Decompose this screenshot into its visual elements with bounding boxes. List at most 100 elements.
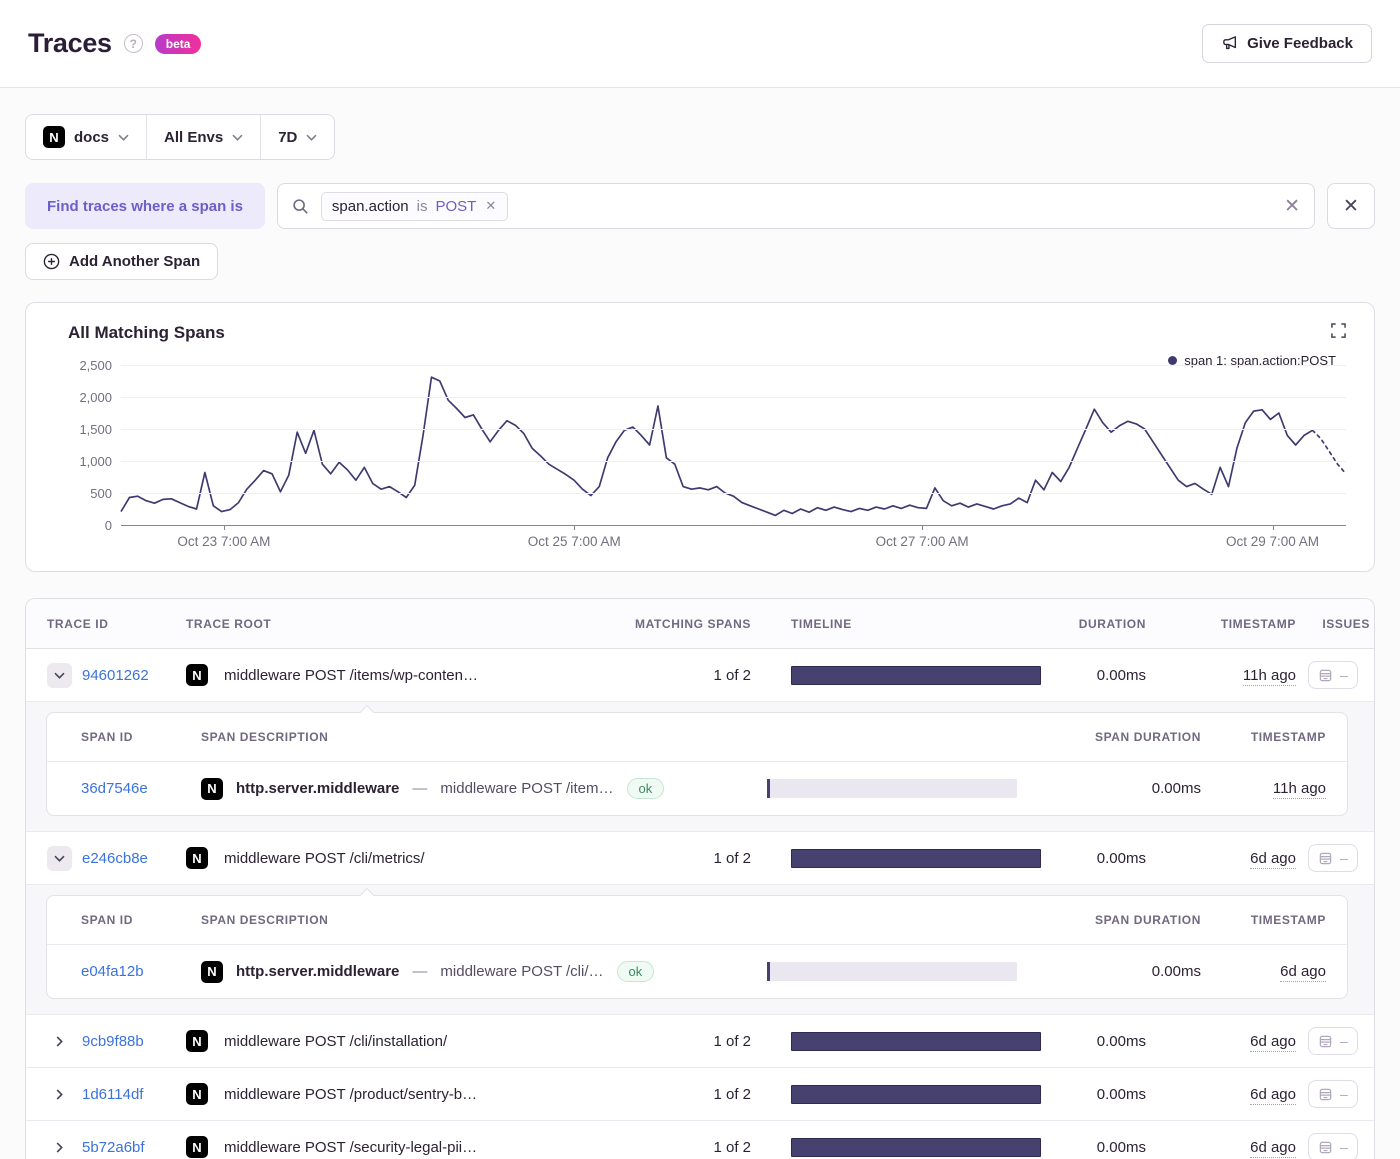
chevron-down-icon [306,134,317,141]
timeline-bar[interactable] [791,849,1041,868]
timeline-bar[interactable] [791,1032,1041,1051]
x-axis-tick [922,525,923,530]
table-row[interactable]: 9cb9f88bNmiddleware POST /cli/installati… [26,1015,1374,1068]
span-row[interactable]: e04fa12bNhttp.server.middleware—middlewa… [47,945,1347,998]
issues-button[interactable]: – [1308,661,1358,689]
trace-root-text: middleware POST /items/wp-conten… [224,667,478,684]
page-title: Traces [28,28,112,59]
trace-id-link[interactable]: 94601262 [82,667,149,684]
chevron-right-icon [56,1036,63,1047]
nextjs-icon: N [186,1083,208,1105]
y-gridline [121,461,1346,462]
y-gridline [121,493,1346,494]
span-table-header-row: SPAN IDSPAN DESCRIPTIONSPAN DURATIONTIME… [47,713,1347,762]
table-row[interactable]: e246cb8eNmiddleware POST /cli/metrics/1 … [26,832,1374,885]
chevron-down-icon [54,672,65,679]
x-axis-tick-label: Oct 25 7:00 AM [528,534,621,549]
issues-placeholder: – [1340,1139,1348,1155]
col-header-timeline: TIMELINE [751,617,1041,631]
trace-root-text: middleware POST /cli/metrics/ [224,850,425,867]
timestamp-value[interactable]: 6d ago [1250,1139,1296,1158]
table-row[interactable]: 5b72a6bfNmiddleware POST /security-legal… [26,1121,1374,1159]
timeline-bar[interactable] [791,1138,1041,1157]
col-header-span-timestamp: TIMESTAMP [1251,913,1326,927]
timestamp-value[interactable]: 6d ago [1250,850,1296,869]
date-range-filter[interactable]: 7D [260,115,334,159]
span-id-link[interactable]: e04fa12b [81,963,144,980]
expand-chevron-button[interactable] [47,1082,72,1107]
chevron-right-icon [56,1089,63,1100]
table-header-row: TRACE IDTRACE ROOTMATCHING SPANSTIMELINE… [26,599,1374,649]
span-search-row: Find traces where a span is span.action … [25,183,1375,229]
y-gridline [121,429,1346,430]
help-icon[interactable]: ? [124,34,143,53]
environment-filter[interactable]: All Envs [146,115,260,159]
timestamp-value[interactable]: 6d ago [1250,1086,1296,1105]
span-status-badge: ok [627,778,665,799]
span-timeline-bar[interactable] [767,779,1017,798]
matching-spans-count: 1 of 2 [713,1139,751,1156]
expand-chevron-button[interactable] [47,663,72,688]
span-timestamp-value[interactable]: 11h ago [1273,780,1326,799]
expand-chevron-button[interactable] [47,846,72,871]
megaphone-icon [1221,35,1238,52]
remove-token-icon[interactable]: ✕ [484,198,497,214]
span-row[interactable]: 36d7546eNhttp.server.middleware—middlewa… [47,762,1347,815]
issues-button[interactable]: – [1308,844,1358,872]
col-header-trace-id: TRACE ID [26,617,186,631]
issues-icon [1318,668,1333,683]
nextjs-icon: N [186,664,208,686]
trace-id-link[interactable]: e246cb8e [82,850,148,867]
trace-root-text: middleware POST /product/sentry-b… [224,1086,477,1103]
timeline-bar[interactable] [791,666,1041,685]
nextjs-icon: N [186,847,208,869]
clear-search-button[interactable]: ✕ [1284,195,1300,218]
issues-icon [1318,1140,1333,1155]
give-feedback-button[interactable]: Give Feedback [1202,24,1372,63]
y-axis-tick-label: 500 [90,486,112,501]
col-header-span-id: SPAN ID [71,730,201,744]
expand-chevron-button[interactable] [47,1135,72,1159]
issues-placeholder: – [1340,667,1348,683]
col-header-timestamp: TIMESTAMP [1221,617,1296,631]
page-header: Traces ? beta Give Feedback [0,0,1400,88]
table-row[interactable]: 1d6114df Nmiddleware POST /product/sentry… [26,1068,1374,1121]
chart-plot-area[interactable]: 05001,0001,5002,0002,500Oct 23 7:00 AMOc… [121,365,1346,525]
search-filter-token[interactable]: span.action is POST ✕ [321,192,508,221]
duration-value: 0.00ms [1097,850,1146,867]
fullscreen-icon[interactable] [1331,323,1346,338]
duration-value: 0.00ms [1097,667,1146,684]
span-timeline-bar[interactable] [767,962,1017,981]
legend-dot [1168,356,1177,365]
span-id-link[interactable]: 36d7546e [81,780,148,797]
issues-button[interactable]: – [1308,1027,1358,1055]
expand-chevron-button[interactable] [47,1029,72,1054]
matching-spans-count: 1 of 2 [713,1033,751,1050]
search-icon [292,198,309,215]
chevron-down-icon [118,134,129,141]
y-axis-tick-label: 1,000 [79,454,112,469]
trace-id-link[interactable]: 1d6114df [82,1086,143,1103]
nextjs-icon: N [201,778,223,800]
trace-id-link[interactable]: 9cb9f88b [82,1033,144,1050]
timestamp-value[interactable]: 6d ago [1250,1033,1296,1052]
add-another-span-button[interactable]: Add Another Span [25,243,218,280]
find-traces-label: Find traces where a span is [25,183,265,229]
project-filter[interactable]: N docs [26,115,146,159]
trace-id-link[interactable]: 5b72a6bf [82,1139,145,1156]
nextjs-icon: N [201,961,223,983]
col-header-duration: DURATION [1079,617,1146,631]
issues-placeholder: – [1340,1086,1348,1102]
plus-circle-icon [43,253,60,270]
table-row[interactable]: 94601262 Nmiddleware POST /items/wp-conte… [26,649,1374,702]
remove-span-filter-button[interactable]: ✕ [1327,183,1375,229]
col-header-matching-spans: MATCHING SPANS [635,617,751,631]
span-timestamp-value[interactable]: 6d ago [1280,963,1326,982]
span-search-input[interactable]: span.action is POST ✕ ✕ [277,183,1315,229]
issues-button[interactable]: – [1308,1133,1358,1159]
col-header-span-duration: SPAN DURATION [1095,913,1201,927]
timestamp-value[interactable]: 11h ago [1243,667,1296,686]
issues-button[interactable]: – [1308,1080,1358,1108]
span-duration-value: 0.00ms [1152,963,1201,980]
timeline-bar[interactable] [791,1085,1041,1104]
